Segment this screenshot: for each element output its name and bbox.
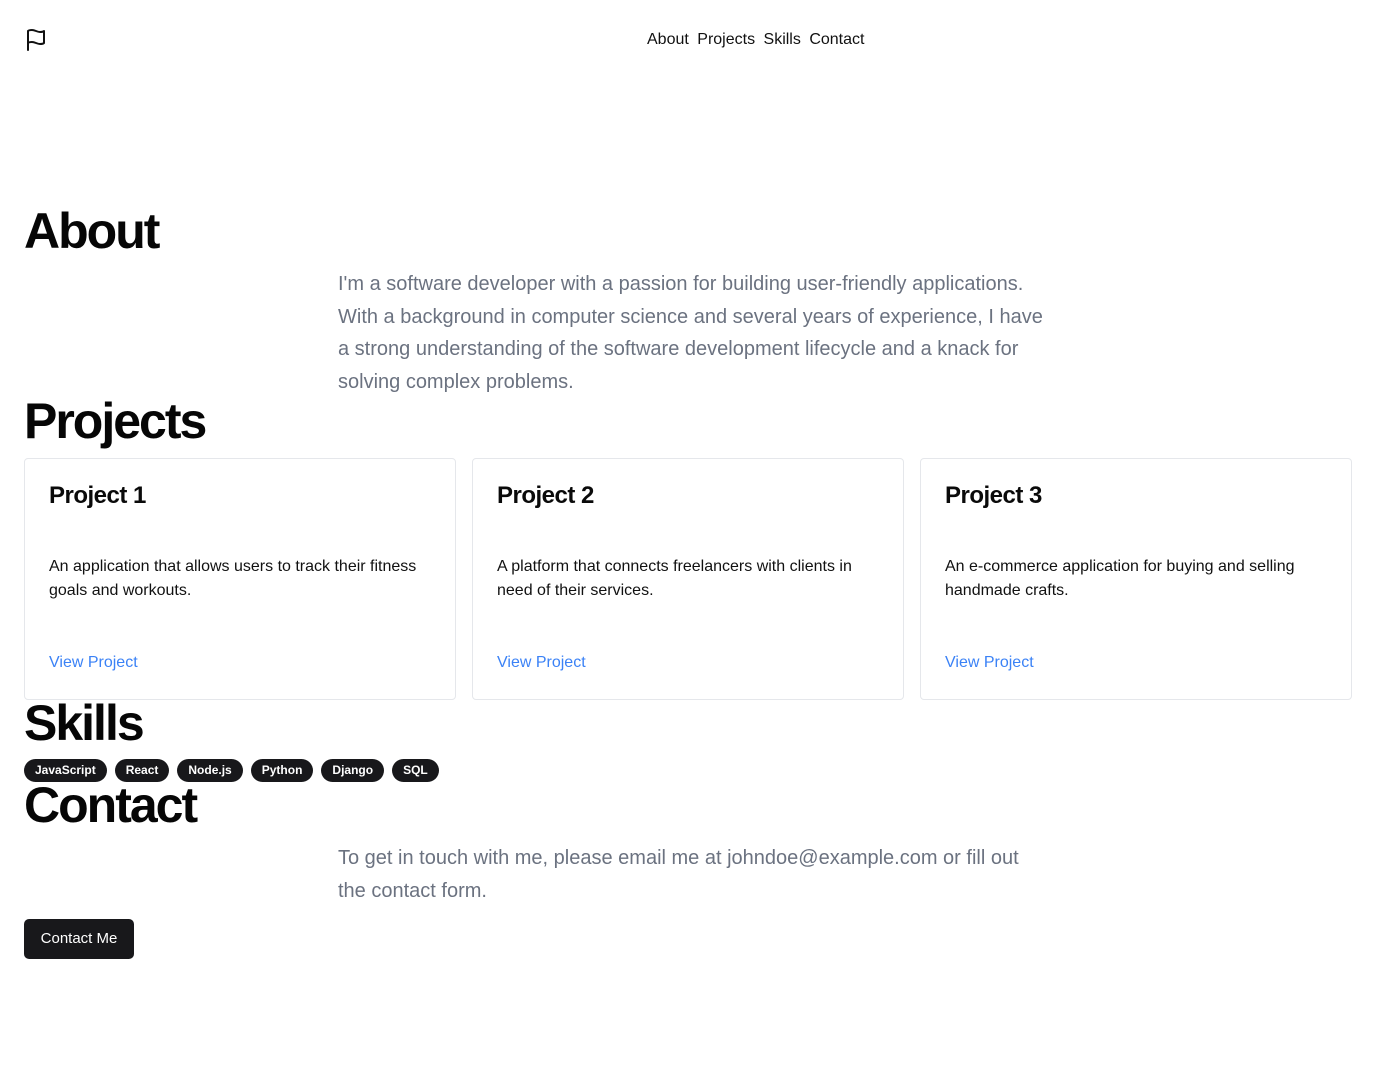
nav-link-contact[interactable]: Contact [809,31,864,48]
project-title: Project 2 [497,482,594,509]
projects-grid: Project 1 An application that allows use… [24,458,1352,700]
home-logo-link[interactable] [24,28,48,52]
skill-badge: SQL [392,759,439,782]
view-project-link[interactable]: View Project [945,652,1034,674]
site-header: About Projects Skills Contact [0,0,1376,80]
projects-heading: Projects [24,393,207,449]
skills-heading: Skills [24,695,145,751]
project-card: Project 3 An e-commerce application for … [920,458,1352,700]
skill-badge: Python [250,759,314,782]
project-title: Project 3 [945,482,1042,509]
skill-badge: Django [321,759,385,782]
main-nav: About Projects Skills Contact [647,31,864,49]
project-title: Project 1 [49,482,146,509]
contact-me-button[interactable]: Contact Me [24,919,134,959]
project-card: Project 1 An application that allows use… [24,458,456,700]
project-card: Project 2 A platform that connects freel… [472,458,904,700]
flag-icon [27,29,45,51]
contact-heading: Contact [24,777,198,833]
nav-link-skills[interactable]: Skills [764,31,801,48]
about-heading: About [24,203,160,259]
view-project-link[interactable]: View Project [49,652,138,674]
nav-link-about[interactable]: About [647,31,689,48]
contact-text: To get in touch with me, please email me… [338,847,1019,902]
project-description: An application that allows users to trac… [49,558,417,599]
project-description: A platform that connects freelancers wit… [497,558,852,599]
nav-link-projects[interactable]: Projects [697,31,755,48]
view-project-link[interactable]: View Project [497,652,586,674]
project-description: An e-commerce application for buying and… [945,558,1295,599]
about-text: I'm a software developer with a passion … [338,273,1043,393]
